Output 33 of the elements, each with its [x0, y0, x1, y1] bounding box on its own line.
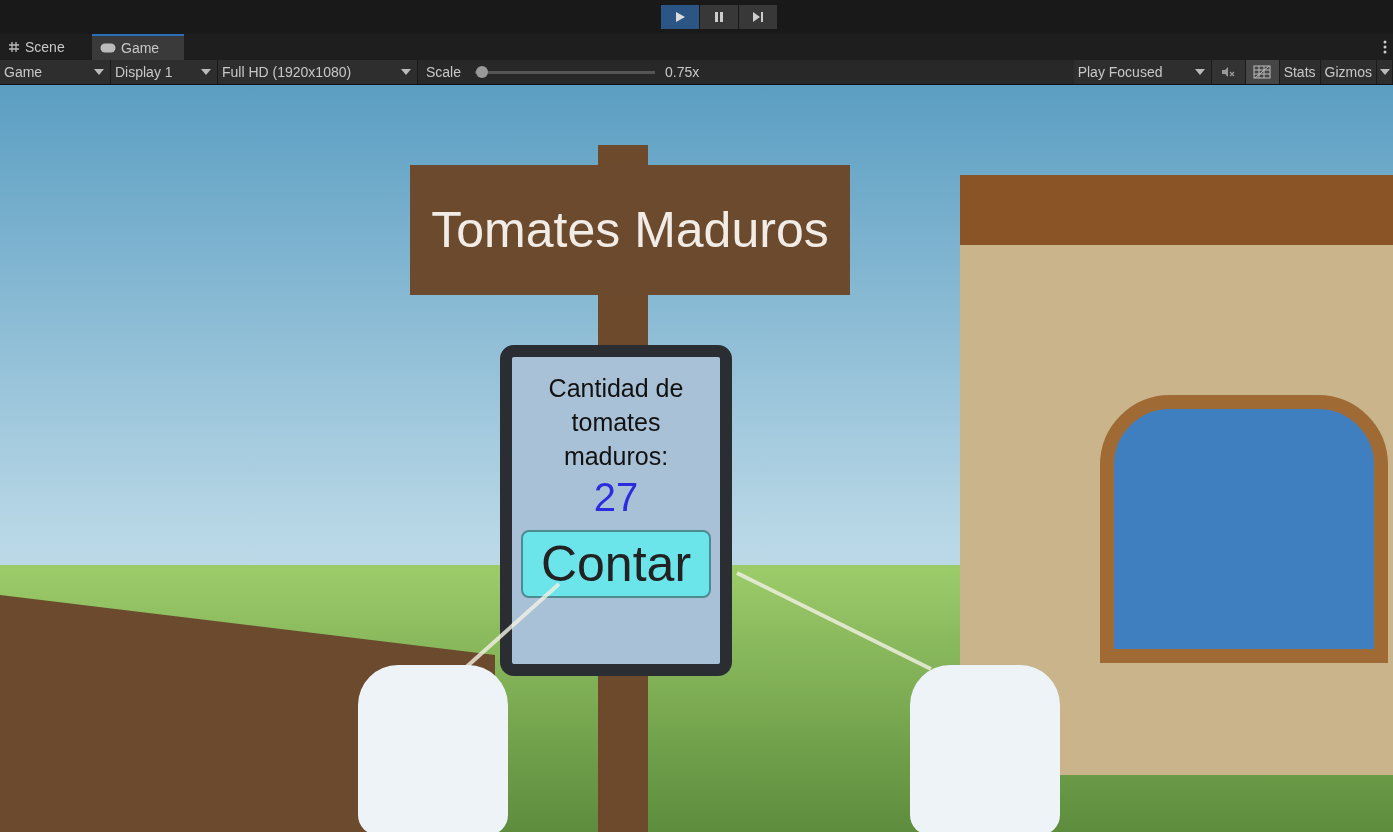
- grid-icon: [8, 41, 20, 53]
- grid-icon: [1253, 65, 1272, 79]
- caret-icon: [1379, 69, 1390, 75]
- more-options-icon[interactable]: [1383, 40, 1387, 54]
- view-mode-dropdown[interactable]: Game: [0, 60, 111, 84]
- slider-thumb[interactable]: [476, 65, 489, 78]
- scale-value: 0.75x: [665, 64, 700, 80]
- play-icon: [674, 11, 686, 23]
- gizmos-button[interactable]: Gizmos: [1320, 60, 1377, 84]
- caret-icon: [1194, 69, 1205, 75]
- pause-icon: [713, 11, 725, 23]
- pause-button[interactable]: [700, 5, 738, 29]
- muted-speaker-icon: [1221, 66, 1236, 78]
- stats-button[interactable]: Stats: [1279, 60, 1321, 84]
- step-button[interactable]: [739, 5, 777, 29]
- play-button[interactable]: [661, 5, 699, 29]
- caret-icon: [401, 69, 411, 75]
- resolution-dropdown[interactable]: Full HD (1920x1080): [218, 60, 418, 84]
- sign-text: Tomates Maduros: [431, 201, 829, 259]
- caret-icon: [201, 69, 211, 75]
- display-dropdown[interactable]: Display 1: [111, 60, 218, 84]
- mute-audio-button[interactable]: [1211, 60, 1246, 84]
- gizmos-dropdown[interactable]: [1377, 60, 1393, 84]
- view-tab[interactable]: Game: [92, 34, 184, 60]
- view-tab[interactable]: Scene: [0, 34, 92, 60]
- count-button[interactable]: Contar: [521, 530, 711, 598]
- play-mode-dropdown[interactable]: Play Focused: [1073, 60, 1212, 84]
- aspect-grid-button[interactable]: [1245, 60, 1280, 84]
- scale-label: Scale: [426, 64, 462, 80]
- tomato-count: 27: [593, 475, 639, 520]
- counter-label: Cantidad de tomates maduros:: [547, 373, 685, 472]
- caret-icon: [94, 69, 104, 75]
- step-icon: [752, 11, 764, 23]
